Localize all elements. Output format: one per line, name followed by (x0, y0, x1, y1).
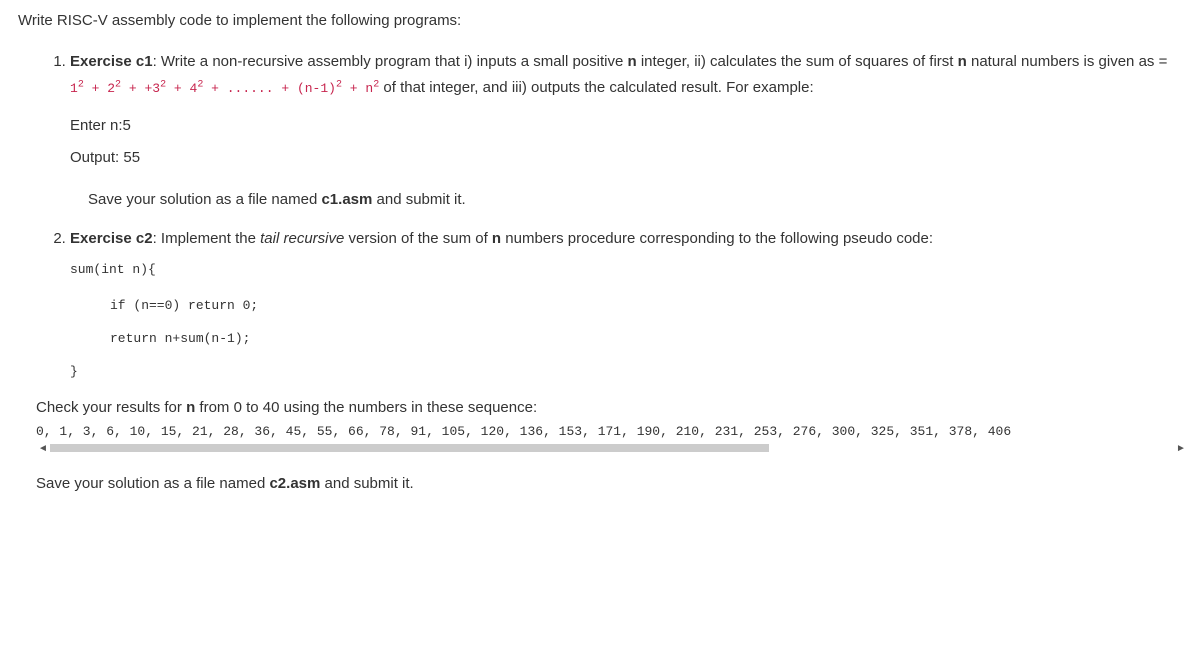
code-l1: sum(int n){ (70, 260, 1170, 281)
scroll-right-icon[interactable]: ► (1174, 443, 1188, 454)
scroll-thumb[interactable] (50, 444, 769, 452)
ex2-save: Save your solution as a file named c2.as… (36, 475, 1170, 492)
sequence-numbers: 0, 1, 3, 6, 10, 15, 21, 28, 36, 45, 55, … (36, 424, 1188, 439)
ex1-n1: n (627, 53, 636, 70)
exercise-1: Exercise c1: Write a non-recursive assem… (70, 49, 1170, 170)
code-l2: if (n==0) return 0; (110, 298, 1170, 313)
ex1-enter: Enter n:5 (70, 114, 1170, 138)
ex2-filename: c2.asm (269, 475, 320, 492)
exercise-2: Exercise c2: Implement the tail recursiv… (70, 226, 1170, 379)
ex1-n2: n (958, 53, 967, 70)
ex2-title: Exercise c2 (70, 230, 153, 247)
ex1-desc-b: integer, ii) calculates the sum of squar… (637, 53, 958, 70)
ex2-n: n (492, 230, 501, 247)
code-l4: } (70, 364, 1170, 379)
ex1-output: Output: 55 (70, 146, 1170, 170)
ex2-desc-a: : Implement the (153, 230, 261, 247)
ex1-desc-d: of that integer, and iii) outputs the ca… (379, 79, 813, 96)
intro-text: Write RISC-V assembly code to implement … (18, 12, 1170, 29)
scroll-track[interactable] (50, 444, 1174, 452)
formula: 12 + 22 + +32 + 42 + ...... + (n-1)2 + n… (70, 81, 379, 96)
ex2-desc-b: version of the sum of (344, 230, 492, 247)
ex1-desc-c: natural numbers is given as = (967, 53, 1168, 70)
ex1-desc-a: : Write a non-recursive assembly program… (153, 53, 628, 70)
ex1-save: Save your solution as a file named c1.as… (88, 188, 1170, 212)
ex1-title: Exercise c1 (70, 53, 153, 70)
ex2-desc-c: numbers procedure corresponding to the f… (501, 230, 933, 247)
ex2-tail: tail recursive (260, 230, 344, 247)
code-l3: return n+sum(n-1); (110, 331, 1170, 346)
check-text: Check your results for n from 0 to 40 us… (36, 399, 1170, 416)
horizontal-scrollbar[interactable]: ◄ ► (36, 441, 1188, 455)
scroll-left-icon[interactable]: ◄ (36, 443, 50, 454)
ex1-filename: c1.asm (321, 191, 372, 208)
